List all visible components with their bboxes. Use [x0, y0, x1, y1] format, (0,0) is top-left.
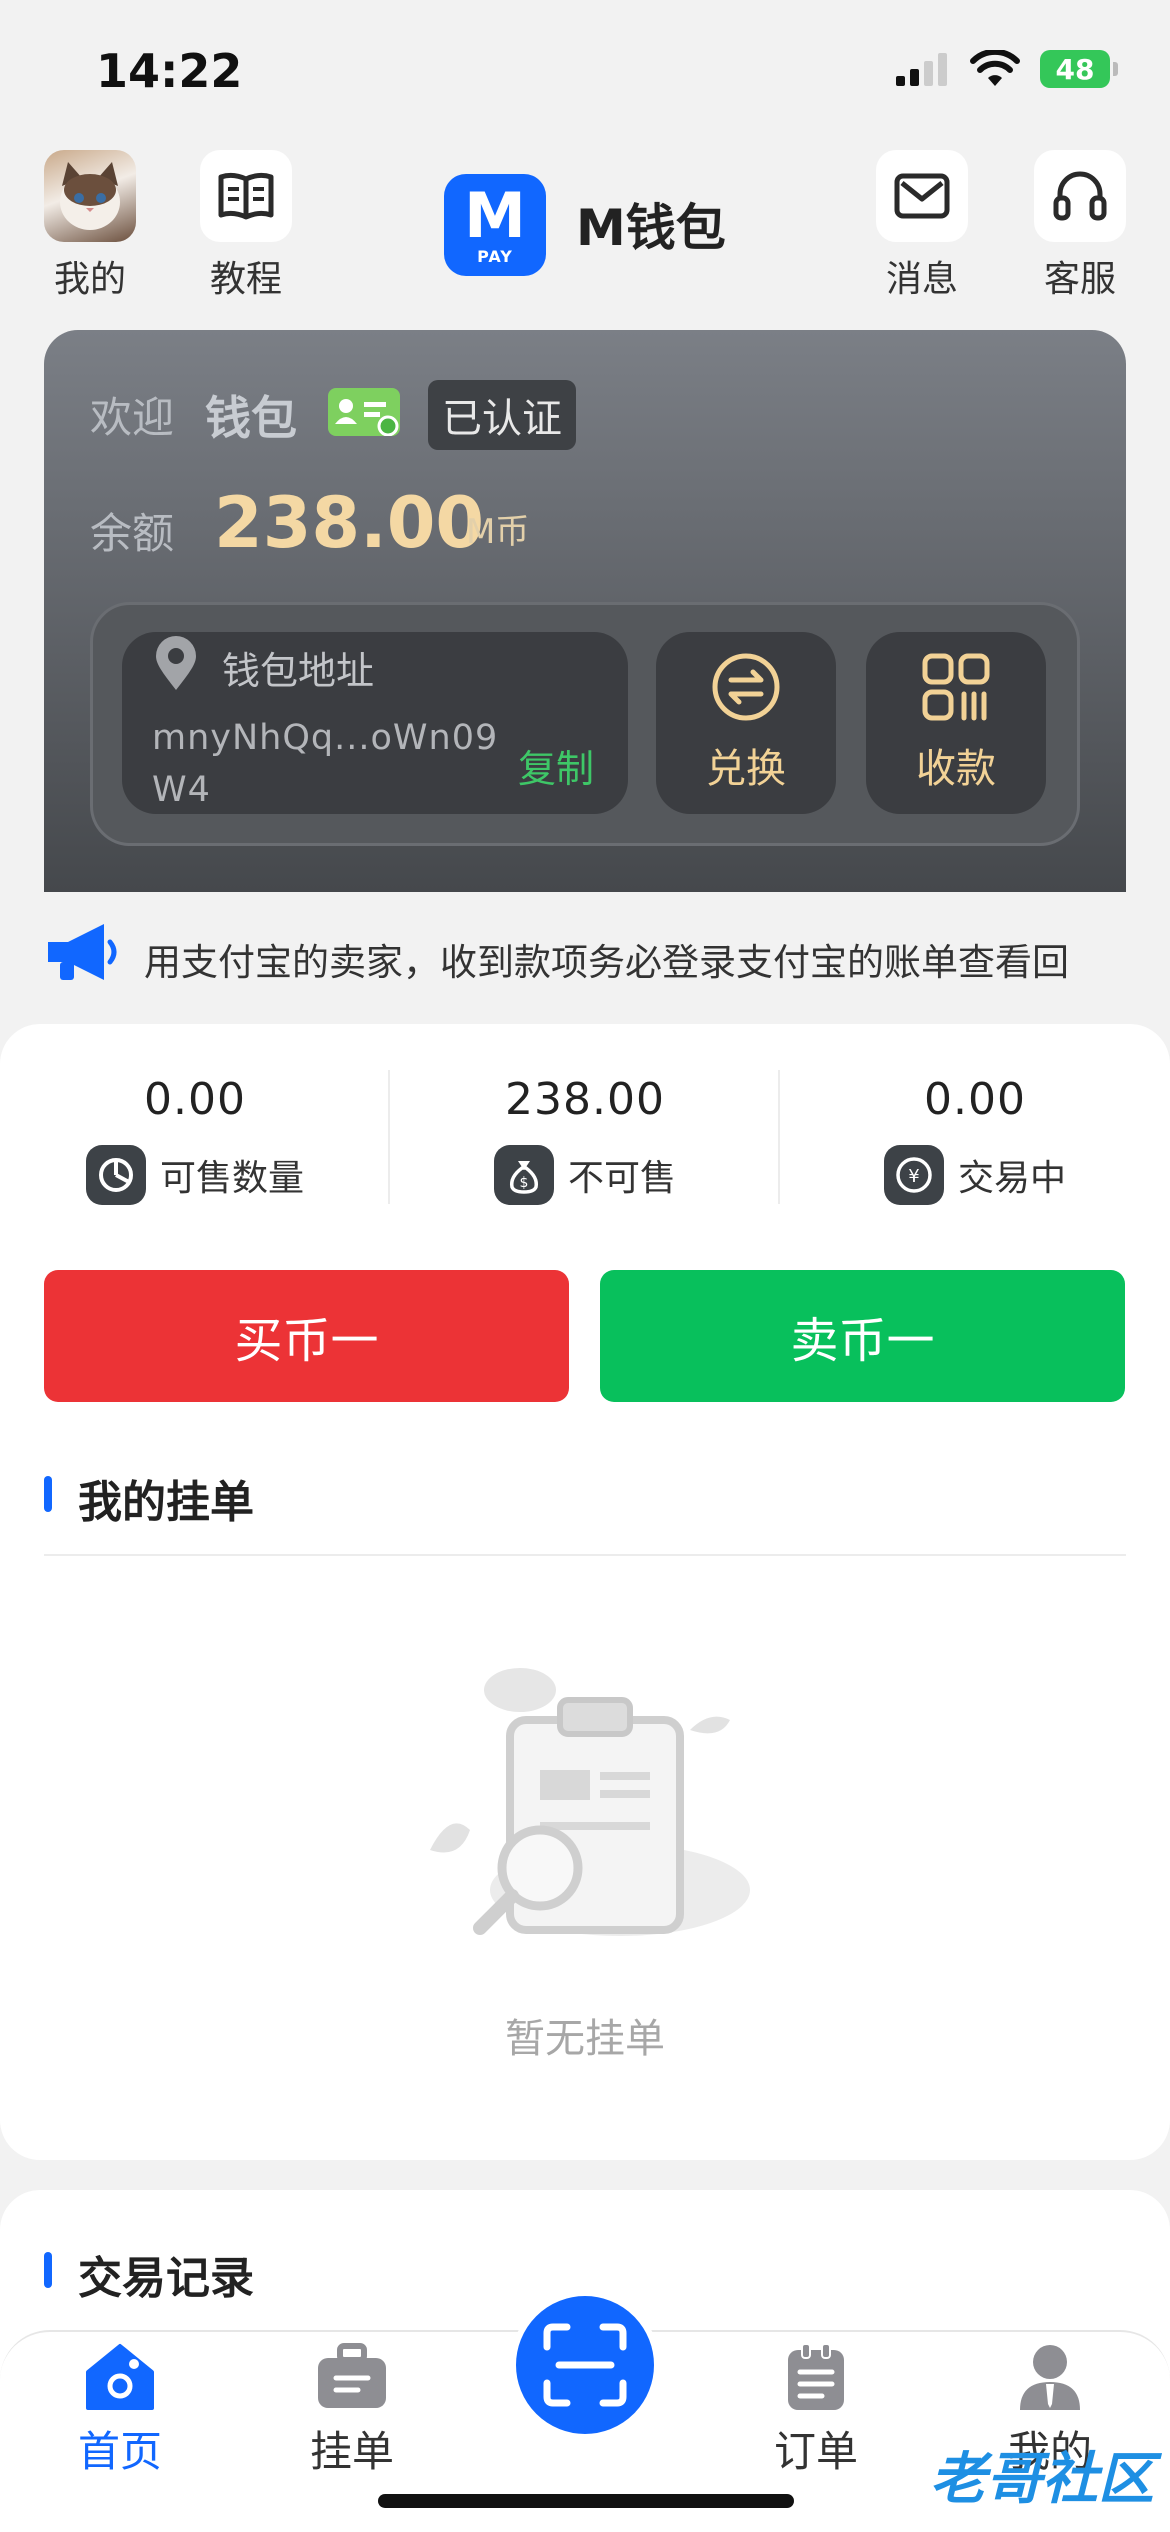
stat-trading-label: 交易中: [957, 1158, 1066, 1199]
status-time: 14:22: [96, 44, 243, 98]
nav-tutorial[interactable]: 教程: [186, 150, 306, 302]
avatar: [44, 150, 136, 242]
nav-messages[interactable]: 消息: [862, 150, 982, 302]
stat-trading-row: ¥ 交易中: [883, 1145, 1066, 1205]
money-bag-icon: $: [493, 1145, 554, 1205]
receive-button[interactable]: 收款: [866, 632, 1046, 814]
wallet-address: mnyNhQq...oWn09W4: [152, 718, 499, 810]
battery-level: 48: [1055, 52, 1095, 86]
nav-messages-label: 消息: [885, 259, 958, 300]
wallet-name: 钱包: [205, 391, 297, 445]
stat-available-label: 可售数量: [159, 1158, 304, 1199]
svg-text:¥: ¥: [908, 1166, 919, 1187]
stat-available-row: 可售数量: [85, 1145, 304, 1205]
id-card-icon: [328, 388, 400, 437]
tab-listings[interactable]: 挂单: [272, 2342, 432, 2479]
signal-icon: [896, 53, 947, 86]
scan-icon: [543, 2323, 627, 2407]
nav-support-label: 客服: [1043, 259, 1116, 300]
section-divider: [44, 1554, 1126, 1556]
app-logo-letter: M: [464, 178, 526, 252]
book-icon: [218, 172, 274, 220]
nav-support-icon-box: [1034, 150, 1126, 242]
nav-tutorial-icon-box: [200, 150, 292, 242]
stat-unsellable-row: $ 不可售: [493, 1145, 676, 1205]
tab-home[interactable]: 首页: [40, 2342, 200, 2479]
qr-grid-icon: [922, 653, 990, 721]
announcement-text[interactable]: 用支付宝的卖家，收到款项务必登录支付宝的账单查看回: [144, 932, 1170, 986]
copy-address-button[interactable]: 复制: [518, 738, 594, 793]
stat-trading: 0.00 ¥ 交易中: [780, 1074, 1170, 1205]
empty-orders-text: 暂无挂单: [505, 2016, 665, 2062]
nav-messages-icon-box: [876, 150, 968, 242]
address-label: 钱包地址: [222, 649, 375, 693]
receive-label: 收款: [916, 746, 996, 792]
exchange-icon: [712, 653, 780, 721]
my-orders-title: 我的挂单: [78, 1477, 254, 1528]
wifi-icon: [970, 50, 1020, 86]
svg-text:$: $: [520, 1175, 529, 1191]
tab-orders[interactable]: 订单: [736, 2342, 896, 2479]
exchange-label: 兑换: [706, 746, 786, 792]
welcome-text: 欢迎: [90, 393, 175, 442]
nav-profile[interactable]: 我的: [30, 150, 150, 302]
app-logo-sub: PAY: [477, 246, 513, 266]
tab-orders-label: 订单: [773, 2427, 858, 2476]
balance-value: 238.00: [214, 482, 485, 564]
app-logo: M PAY: [444, 174, 546, 276]
battery-icon: 48: [1040, 50, 1118, 88]
headset-icon: [1053, 171, 1107, 221]
stat-available-value: 0.00: [144, 1074, 246, 1125]
balance-label: 余额: [90, 509, 175, 558]
stat-trading-value: 0.00: [924, 1074, 1026, 1125]
clipboard-icon: [788, 2343, 844, 2410]
home-indicator: [378, 2494, 794, 2508]
yen-exchange-icon: ¥: [883, 1145, 944, 1205]
tab-home-label: 首页: [77, 2427, 162, 2476]
empty-clipboard-icon: [430, 1668, 750, 1936]
nav-profile-label: 我的: [53, 259, 126, 300]
stat-unsellable-value: 238.00: [505, 1074, 665, 1125]
buy-coin-button[interactable]: 买币一: [44, 1270, 569, 1402]
app-title: M钱包: [576, 199, 726, 257]
stat-unsellable: 238.00 $ 不可售: [390, 1074, 780, 1205]
exchange-button[interactable]: 兑换: [656, 632, 836, 814]
status-indicators: 48: [896, 50, 1118, 88]
section-accent-bar: [44, 2252, 52, 2288]
mail-icon: [894, 173, 950, 219]
pie-chart-icon: [85, 1145, 146, 1205]
nav-support[interactable]: 客服: [1020, 150, 1140, 302]
sell-coin-button[interactable]: 卖币一: [600, 1270, 1125, 1402]
megaphone-icon: [48, 924, 117, 980]
records-title: 交易记录: [78, 2253, 254, 2304]
briefcase-icon: [318, 2343, 386, 2408]
scan-button[interactable]: [510, 2290, 660, 2440]
section-accent-bar: [44, 1476, 52, 1512]
user-icon: [1020, 2345, 1080, 2410]
balance-unit: M币: [466, 512, 530, 552]
verified-badge: 已认证: [428, 380, 576, 450]
cat-avatar-icon: [60, 162, 120, 230]
home-icon: [86, 2344, 154, 2410]
watermark: 老哥社区: [930, 2447, 1154, 2512]
location-pin-icon: [156, 636, 196, 690]
tab-listings-label: 挂单: [309, 2427, 394, 2476]
stat-unsellable-label: 不可售: [567, 1158, 676, 1199]
nav-tutorial-label: 教程: [209, 259, 282, 300]
stat-available: 0.00 可售数量: [0, 1074, 390, 1205]
